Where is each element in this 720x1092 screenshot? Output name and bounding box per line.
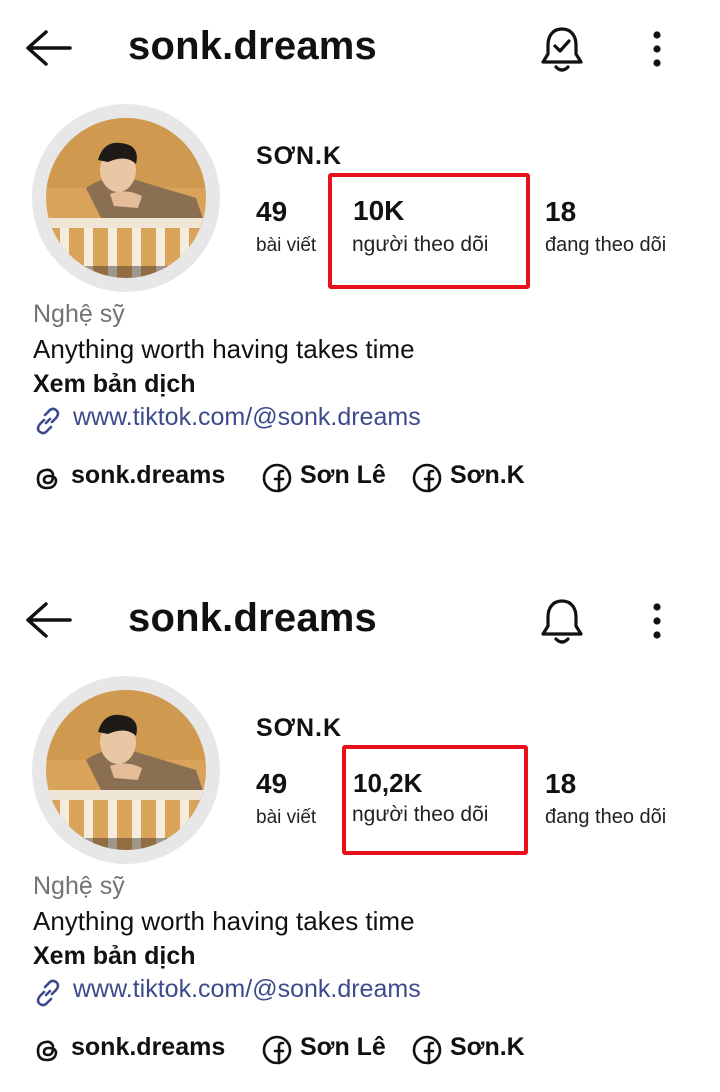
facebook-icon — [412, 463, 442, 493]
display-name: SƠN.K — [256, 142, 343, 170]
profile-link-text[interactable]: www.tiktok.com/@sonk.dreams — [73, 403, 421, 432]
social-facebook-1-label[interactable]: Sơn Lê — [300, 1033, 386, 1062]
posts-label[interactable]: bài viết — [256, 235, 316, 257]
facebook-icon — [262, 1035, 292, 1065]
social-facebook-2-label[interactable]: Sơn.K — [450, 1033, 525, 1062]
header-username: sonk.dreams — [128, 24, 377, 68]
facebook-icon — [412, 1035, 442, 1065]
threads-icon — [36, 1040, 58, 1062]
bell-icon[interactable] — [535, 594, 589, 648]
following-label[interactable]: đang theo dõi — [545, 806, 666, 829]
profile-category: Nghệ sỹ — [33, 872, 125, 900]
bell-check-icon[interactable] — [535, 22, 589, 76]
profile-screen-after: sonk.dreams SƠN.K 49 bài viết 10,2K ngườ… — [0, 572, 720, 1092]
profile-bio: Anything worth having takes time — [33, 906, 415, 936]
posts-count[interactable]: 49 — [256, 196, 287, 228]
profile-link-text[interactable]: www.tiktok.com/@sonk.dreams — [73, 975, 421, 1004]
highlight-box-followers — [328, 173, 530, 289]
avatar[interactable] — [46, 118, 206, 278]
social-facebook-2-label[interactable]: Sơn.K — [450, 461, 525, 490]
more-options-icon[interactable] — [640, 598, 674, 644]
social-threads-label[interactable]: sonk.dreams — [71, 1033, 225, 1062]
back-arrow-icon[interactable] — [22, 598, 74, 642]
see-translation-link[interactable]: Xem bản dịch — [33, 942, 196, 971]
followers-label[interactable]: người theo dõi — [352, 803, 488, 827]
back-arrow-icon[interactable] — [22, 26, 74, 70]
following-label[interactable]: đang theo dõi — [545, 234, 666, 257]
highlight-box-followers — [342, 745, 528, 855]
followers-count[interactable]: 10,2K — [353, 768, 422, 799]
header-username: sonk.dreams — [128, 596, 377, 640]
display-name: SƠN.K — [256, 714, 343, 742]
following-count[interactable]: 18 — [545, 768, 576, 800]
threads-icon — [36, 468, 58, 490]
profile-screen-before: sonk.dreams SƠN.K 49 bài viết 10K người … — [0, 0, 720, 520]
see-translation-link[interactable]: Xem bản dịch — [33, 370, 196, 399]
following-count[interactable]: 18 — [545, 196, 576, 228]
avatar[interactable] — [46, 690, 206, 850]
link-icon — [36, 407, 60, 435]
posts-count[interactable]: 49 — [256, 768, 287, 800]
followers-label[interactable]: người theo dõi — [352, 233, 488, 257]
profile-bio: Anything worth having takes time — [33, 334, 415, 364]
more-options-icon[interactable] — [640, 26, 674, 72]
link-icon — [36, 979, 60, 1007]
followers-count[interactable]: 10K — [353, 195, 404, 227]
social-threads-label[interactable]: sonk.dreams — [71, 461, 225, 490]
posts-label[interactable]: bài viết — [256, 807, 316, 829]
facebook-icon — [262, 463, 292, 493]
social-facebook-1-label[interactable]: Sơn Lê — [300, 461, 386, 490]
profile-category: Nghệ sỹ — [33, 300, 125, 328]
